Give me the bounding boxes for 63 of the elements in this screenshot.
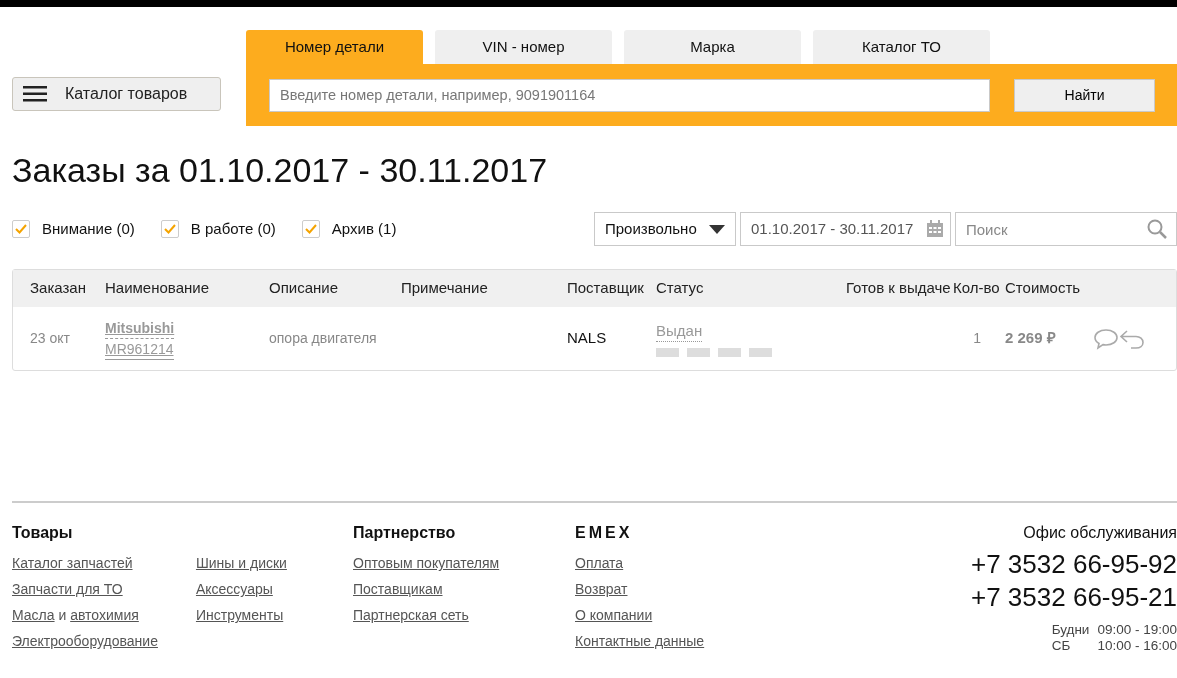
footer-link[interactable]: Шины и диски: [195, 550, 287, 577]
checkbox[interactable]: [160, 220, 179, 238]
column-header: Заказан: [30, 278, 87, 299]
section-title: Товары: [12, 523, 74, 543]
find-button[interactable]: Найти: [1014, 78, 1155, 112]
menu-icon: [23, 86, 47, 102]
search-tab[interactable]: Марка: [624, 30, 801, 64]
period-select[interactable]: Произвольно: [594, 212, 736, 246]
footer-link[interactable]: Инструменты: [195, 602, 287, 629]
comment-icon[interactable]: [1093, 327, 1119, 350]
table-cell-text: опора двигателя: [269, 329, 378, 348]
checkbox[interactable]: [12, 220, 30, 238]
table-cell-text: 23 окт: [30, 329, 71, 348]
footer-link[interactable]: Каталог запчастей: [12, 550, 158, 577]
footer-link[interactable]: Возврат: [575, 576, 705, 603]
column-header: Стоимость: [1005, 278, 1082, 299]
table-cell-text: 1: [972, 329, 982, 348]
footer-link[interactable]: Оптовым покупателям: [353, 550, 500, 577]
filter-label: Архив (1): [331, 218, 397, 239]
search-tab[interactable]: Номер детали: [246, 30, 423, 64]
footer-link[interactable]: О компании: [575, 602, 705, 629]
footer-link[interactable]: Контактные данные: [575, 628, 705, 655]
section-title: Партнерство: [353, 523, 457, 543]
footer-link[interactable]: Электрооборудование: [12, 628, 158, 655]
search-tab[interactable]: VIN - номер: [435, 30, 612, 64]
page-title: Заказы за 01.10.2017 - 30.11.2017: [12, 150, 549, 191]
checkbox[interactable]: [301, 220, 320, 238]
footer-link[interactable]: Запчасти для ТО: [12, 576, 158, 603]
hours-text: 10:00 - 16:00: [1097, 638, 1177, 655]
catalog-button[interactable]: Каталог товаров: [12, 77, 221, 111]
date-range-field[interactable]: 01.10.2017 - 30.11.2017: [740, 212, 951, 246]
part-number-field[interactable]: Введите номер детали, например, 9091901164: [269, 78, 990, 112]
calendar-icon: [926, 220, 944, 238]
column-header: Описание: [269, 278, 340, 299]
footer-link[interactable]: Оплата: [575, 550, 705, 577]
footer-link[interactable]: Поставщикам: [353, 576, 500, 603]
phone-number: +7 3532 66-95-21: [971, 581, 1177, 615]
office-title: Офис обслуживания: [1022, 523, 1177, 543]
days-label: СБ: [1051, 638, 1072, 655]
column-header: Примечание: [401, 278, 489, 299]
price: 2 269 ₽: [1005, 328, 1057, 349]
dropdown-icon: [709, 224, 725, 234]
footer-link[interactable]: автохимия: [70, 607, 139, 624]
footer-link[interactable]: Аксессуары: [195, 576, 287, 603]
column-header: Кол-во: [953, 278, 1001, 299]
column-header: Готов к выдаче: [846, 278, 952, 299]
search-field[interactable]: Поиск: [955, 212, 1177, 246]
column-header: Статус: [656, 278, 705, 299]
table-cell-text: NALS: [567, 328, 608, 349]
return-arrow-icon[interactable]: [1119, 327, 1145, 350]
column-header: Поставщик: [567, 278, 645, 299]
footer-link[interactable]: Масла: [12, 607, 55, 624]
footer-link[interactable]: Партнерская сеть: [353, 602, 500, 629]
search-icon: [1147, 219, 1167, 239]
search-tab[interactable]: Каталог ТО: [813, 30, 990, 64]
phone-number: +7 3532 66-95-92: [971, 548, 1177, 582]
section-title: EMEX: [575, 523, 634, 543]
hours-text: 09:00 - 19:00: [1097, 622, 1177, 639]
days-label: Будни: [1051, 622, 1090, 639]
column-header: Наименование: [105, 278, 210, 299]
footer-link-line: Масла и автохимия: [12, 606, 140, 626]
filter-label: В работе (0): [190, 218, 276, 239]
filter-label: Внимание (0): [42, 218, 135, 239]
